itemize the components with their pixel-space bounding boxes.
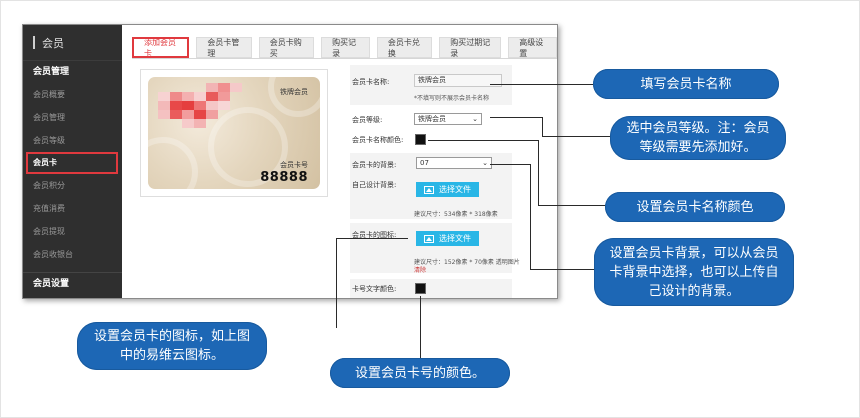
tab-purchase-records[interactable]: 购买记录 [321,37,370,58]
form-row-name: 会员卡名称: 铁牌会员 *不填写则不展示会员卡名称 [350,65,512,105]
tab-card-purchase[interactable]: 会员卡购买 [258,37,315,58]
form-row-name-color: 会员卡名称颜色: [350,131,512,151]
sidebar-item-cashier[interactable]: 会员收银台 [23,243,122,266]
sidebar-item-points[interactable]: 会员积分 [23,174,122,197]
tab-advanced[interactable]: 高级设置 [508,37,557,58]
card-number: 88888 [260,170,308,185]
background-upload-button[interactable]: 选择文件 [416,182,479,197]
connector-level [542,136,610,137]
connector-level [542,117,543,137]
card-preview-panel: 铁牌会员 会员卡号 88888 [140,69,328,197]
callout-card-level: 选中会员等级。注：会员等级需要先添加好。 [610,116,786,160]
sidebar-header: 会员 [23,25,122,61]
connector-background [530,269,594,270]
sidebar-item-member-card[interactable]: 会员卡 [26,152,118,174]
callout-name-color: 设置会员卡名称颜色 [605,192,785,222]
main-content: 添加会员卡 会员卡管理 会员卡购买 购买记录 会员卡兑换 购买过期记录 高级设置 [122,25,557,298]
number-color-swatch[interactable] [415,283,426,294]
sidebar-section-title: 会员管理 [33,67,70,77]
connector-name-color [428,140,538,141]
form-row-background: 会员卡的背景: 07 ⌄ 自己设计背景: 选择文件 建议尺寸：534像素 * 3… [350,153,512,219]
tab-underline [132,58,557,59]
tab-card-manage[interactable]: 会员卡管理 [196,37,252,58]
sidebar-item-recharge[interactable]: 充值消费 [23,197,122,220]
admin-screenshot: 会员 会员管理 会员概要 会员管理 会员等级 会员卡 会员积分 充值消费 会员提… [22,24,558,299]
floral-pattern [268,77,320,117]
form-row-number-color: 卡号文字颜色: [350,279,512,298]
card-level-selected: 铁牌会员 [418,115,446,123]
connector-name-color [538,205,606,206]
form-row-level: 会员等级: 铁牌会员 ⌄ [350,109,512,131]
background-label: 会员卡的背景: [352,161,397,169]
card-name-label: 会员卡名称: [352,78,390,86]
connector-level [490,117,542,118]
sidebar-item-members[interactable]: 会员管理 [23,106,122,129]
form-row-icon: 会员卡的图标: 选择文件 建议尺寸：152像素 * 70像素 透明图片 清除 [350,223,520,274]
connector-icon [336,238,408,239]
image-icon [424,185,434,194]
card-level-label: 会员等级: [352,116,383,124]
header-bar-icon [33,36,35,49]
connector-number-color [420,296,421,360]
tab-add-card[interactable]: 添加会员卡 [132,37,190,58]
member-card-preview: 铁牌会员 会员卡号 88888 [148,77,320,189]
image-icon [424,234,434,243]
connector-background [490,164,530,165]
name-color-swatch[interactable] [415,134,426,145]
sidebar-item-overview[interactable]: 会员概要 [23,83,122,106]
callout-number-color: 设置会员卡号的颜色。 [330,358,510,388]
chevron-down-icon: ⌄ [482,159,488,167]
background-upload-label: 选择文件 [439,185,471,194]
number-color-label: 卡号文字颜色: [352,285,397,293]
icon-size-hint: 建议尺寸：152像素 * 70像素 透明图片 [414,259,520,266]
custom-background-label: 自己设计背景: [352,181,397,189]
background-select[interactable]: 07 ⌄ [416,157,492,169]
icon-upload-button[interactable]: 选择文件 [416,231,479,246]
connector-background [530,164,531,269]
blurred-logo-mosaic [158,83,248,128]
sidebar: 会员 会员管理 会员概要 会员管理 会员等级 会员卡 会员积分 充值消费 会员提… [23,25,122,298]
connector-name-color [538,140,539,205]
sidebar-item-levels[interactable]: 会员等级 [23,129,122,152]
sidebar-item-withdraw[interactable]: 会员提现 [23,220,122,243]
card-level-select[interactable]: 铁牌会员 ⌄ [414,113,482,125]
card-name-hint: *不填写则不展示会员卡名称 [414,95,490,102]
callout-card-name: 填写会员卡名称 [593,69,779,99]
chevron-down-icon: ⌄ [472,115,478,123]
tab-expired-records[interactable]: 购买过期记录 [439,37,502,58]
icon-remove-link[interactable]: 清除 [414,265,426,274]
floral-pattern [148,137,198,189]
sidebar-header-label: 会员 [42,36,64,50]
sidebar-bottom-section[interactable]: 会员设置 [23,272,122,294]
connector-name [490,84,593,85]
callout-card-icon: 设置会员卡的图标，如上图中的易维云图标。 [77,322,267,370]
background-size-hint: 建议尺寸：534像素 * 318像素 [414,211,498,218]
connector-icon [336,238,337,328]
callout-background: 设置会员卡背景，可以从会员卡背景中选择，也可以上传自己设计的背景。 [594,238,794,306]
tab-bar: 添加会员卡 会员卡管理 会员卡购买 购买记录 会员卡兑换 购买过期记录 高级设置 [132,37,557,58]
card-number-label: 会员卡号 [280,161,308,169]
card-name-input[interactable]: 铁牌会员 [414,74,502,87]
icon-upload-label: 选择文件 [439,234,471,243]
tab-card-exchange[interactable]: 会员卡兑换 [376,37,433,58]
card-level-text: 铁牌会员 [280,88,308,96]
name-color-label: 会员卡名称颜色: [352,136,404,144]
background-selected: 07 [420,159,429,167]
